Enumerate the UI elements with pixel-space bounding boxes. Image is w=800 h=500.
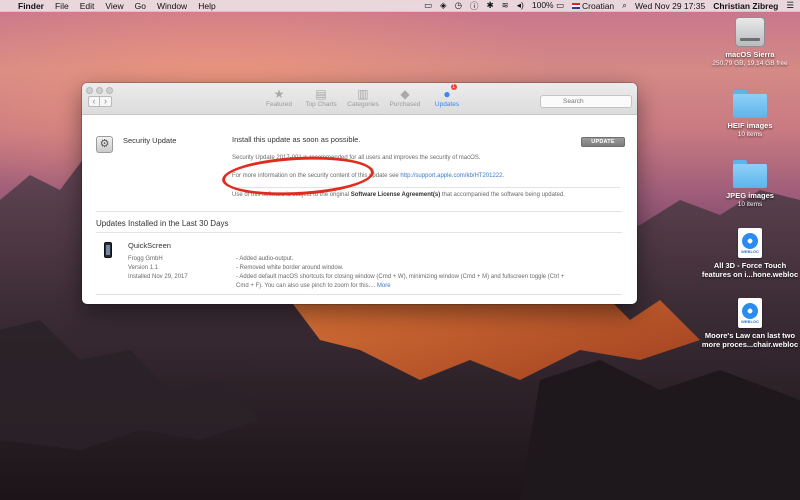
desktop-icon-sublabel: 10 items: [737, 201, 763, 208]
menu-help[interactable]: Help: [198, 1, 215, 11]
tab-label: Top Charts: [305, 101, 337, 108]
folder-icon: [733, 90, 767, 118]
more-link[interactable]: More: [377, 283, 391, 289]
spotlight-icon[interactable]: ⌕: [622, 0, 627, 11]
update-headline: Install this update as soon as possible.: [232, 135, 361, 144]
desktop-icon-label: All 3D - Force Touch features on i...hon…: [701, 261, 799, 279]
release-note-line: - Added audio-output.: [236, 256, 294, 262]
divider: [96, 211, 622, 212]
menu-file[interactable]: File: [55, 1, 69, 11]
tag-icon: ◆: [400, 87, 410, 101]
window-controls: [86, 87, 116, 94]
release-notes: - Added audio-output. - Removed white bo…: [236, 255, 576, 291]
divider: [96, 294, 622, 295]
desktop-icon-label: macOS Sierra: [725, 50, 775, 59]
menu-app-finder[interactable]: Finder: [18, 1, 44, 11]
minimize-window-button[interactable]: [96, 87, 103, 94]
security-update-gear-icon: ⚙: [96, 136, 113, 153]
timemachine-icon[interactable]: ◷: [455, 0, 462, 11]
tab-featured[interactable]: ★ Featured: [258, 87, 300, 108]
tab-label: Updates: [434, 101, 460, 108]
input-source-label: Croatian: [582, 0, 615, 11]
battery-status[interactable]: 100% ▭: [532, 0, 564, 11]
notification-center-icon[interactable]: ☰: [786, 0, 794, 11]
tab-top-charts[interactable]: ▤ Top Charts: [300, 87, 342, 108]
license-agreement-link[interactable]: Software License Agreement(s): [351, 192, 440, 198]
toolbar-tabs: ★ Featured ▤ Top Charts ▥ Categories ◆ P…: [258, 84, 468, 108]
installed-version: Version 1.1: [128, 265, 159, 271]
wifi-icon[interactable]: ≋: [502, 0, 509, 11]
star-icon: ★: [273, 87, 285, 101]
airplay-icon[interactable]: ▭: [424, 0, 432, 11]
folder-icon: [733, 160, 767, 188]
quickscreen-app-icon: [104, 242, 112, 258]
dropbox-icon[interactable]: ◈: [440, 0, 447, 11]
croatian-flag-icon: [572, 3, 581, 10]
webloc-tag: WEBLOC: [741, 319, 759, 324]
list-icon: ▤: [315, 87, 327, 101]
navigation-buttons: ‹ ›: [88, 96, 112, 107]
hdd-icon: [735, 17, 765, 47]
updates-icon: ●: [443, 87, 451, 101]
tab-label: Purchased: [389, 101, 421, 108]
volume-icon[interactable]: ◂): [517, 0, 524, 11]
installed-date: Installed Nov 29, 2017: [128, 274, 188, 280]
info-icon[interactable]: ⓘ: [470, 0, 479, 12]
categories-icon: ▥: [357, 87, 369, 101]
app-store-window: ‹ › ★ Featured ▤ Top Charts ▥ Categories…: [82, 83, 637, 304]
webloc-tag: WEBLOC: [741, 249, 759, 254]
desktop-icon-label: Moore's Law can last two more proces...c…: [701, 331, 799, 349]
webloc-icon: WEBLOC: [738, 228, 762, 258]
installed-developer: Frogg GmbH: [128, 256, 163, 262]
desktop-icon-label: HEIF images: [727, 121, 773, 130]
menu-go[interactable]: Go: [135, 1, 146, 11]
desktop-icon-label: JPEG images: [726, 191, 774, 200]
tab-label: Featured: [265, 101, 293, 108]
webloc-icon: WEBLOC: [738, 298, 762, 328]
desktop-icon-force-touch-webloc[interactable]: WEBLOC All 3D - Force Touch features on …: [700, 228, 800, 279]
search-input[interactable]: [540, 95, 632, 108]
desktop-icon-macos-sierra[interactable]: macOS Sierra 250.79 GB, 19.14 GB free: [700, 17, 800, 68]
back-button[interactable]: ‹: [88, 96, 100, 107]
tab-purchased[interactable]: ◆ Purchased: [384, 87, 426, 108]
menu-view[interactable]: View: [105, 1, 123, 11]
bluetooth-icon[interactable]: ✱: [487, 0, 494, 11]
input-source-menu[interactable]: Croatian: [572, 1, 614, 11]
menu-edit[interactable]: Edit: [80, 1, 95, 11]
installed-app-meta: Frogg GmbH Version 1.1 Installed Nov 29,…: [128, 255, 188, 282]
close-window-button[interactable]: [86, 87, 93, 94]
desktop-icon-moores-law-webloc[interactable]: WEBLOC Moore's Law can last two more pro…: [700, 298, 800, 349]
release-note-line: - Added default macOS shortcuts for clos…: [236, 274, 565, 289]
desktop-icon-jpeg-images[interactable]: JPEG images 10 items: [700, 160, 800, 209]
user-menu[interactable]: Christian Zibreg: [713, 1, 778, 11]
battery-percent: 100%: [531, 0, 554, 10]
update-button[interactable]: UPDATE: [581, 137, 625, 147]
tab-updates[interactable]: ● 1 Updates: [426, 84, 468, 108]
forward-button[interactable]: ›: [100, 96, 112, 107]
release-note-line: - Removed white border around window.: [236, 265, 344, 271]
menu-window[interactable]: Window: [157, 1, 187, 11]
desktop-icon-sublabel: 10 items: [737, 131, 763, 138]
updates-badge: 1: [450, 84, 457, 90]
update-name: Security Update: [123, 136, 177, 145]
installed-app-name[interactable]: QuickScreen: [128, 241, 171, 250]
updates-content: ⚙ Security Update Install this update as…: [82, 116, 637, 304]
desktop-icon-heif-images[interactable]: HEIF images 10 items: [700, 90, 800, 139]
support-link[interactable]: http://support.apple.com/kb/HT201222: [400, 173, 502, 179]
tab-label: Categories: [347, 101, 379, 108]
zoom-window-button[interactable]: [106, 87, 113, 94]
divider: [96, 232, 622, 233]
more-info-suffix: .: [502, 173, 505, 179]
tab-categories[interactable]: ▥ Categories: [342, 87, 384, 108]
license-suffix: that accompanied the software being upda…: [440, 192, 565, 198]
clock[interactable]: Wed Nov 29 17:35: [635, 1, 705, 11]
menu-bar: Finder File Edit View Go Window Help ▭ ◈…: [0, 0, 800, 12]
window-toolbar: ‹ › ★ Featured ▤ Top Charts ▥ Categories…: [82, 83, 637, 115]
desktop-icon-sublabel: 250.79 GB, 19.14 GB free: [712, 60, 788, 67]
installed-section-title: Updates Installed in the Last 30 Days: [96, 219, 229, 228]
